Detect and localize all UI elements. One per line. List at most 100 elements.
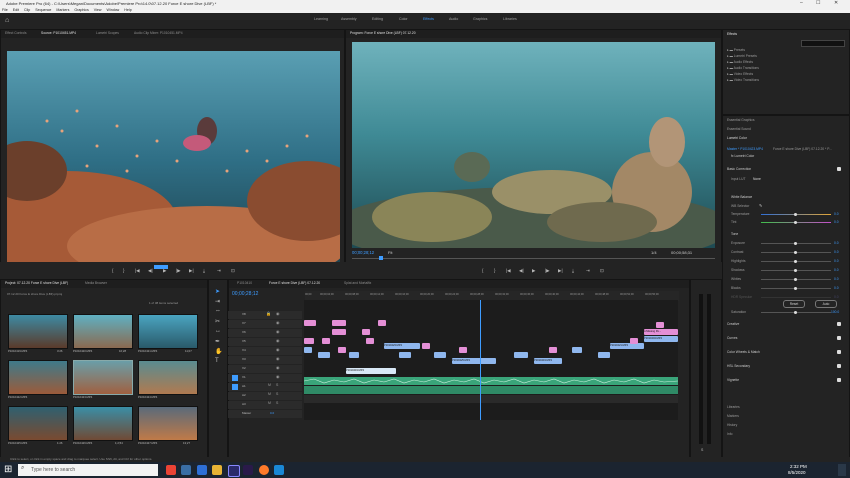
video-clip[interactable] — [656, 322, 664, 328]
eye-icon[interactable]: ◉ — [276, 356, 280, 361]
eyedropper-icon[interactable]: ✎ — [759, 203, 762, 208]
input-lut-select[interactable]: None — [753, 177, 761, 181]
program-zoom-ratio[interactable]: 1/4 — [651, 250, 657, 255]
menu-edit[interactable]: Edit — [13, 8, 19, 12]
video-clip[interactable] — [304, 338, 314, 344]
lumetri-sequence-clip[interactable]: Force E shore Dive (LBF) 07.12.20 * P... — [773, 147, 832, 151]
section-creative[interactable]: Creative — [727, 322, 739, 326]
track-v1[interactable]: V1 ◉ — [228, 374, 302, 382]
blacks-value[interactable]: 0.0 — [834, 286, 839, 290]
menu-sequence[interactable]: Sequence — [35, 8, 51, 12]
tab-essential-graphics[interactable]: Essential Graphics — [727, 118, 755, 122]
clip-thumbnail[interactable] — [73, 314, 133, 349]
task-view-icon[interactable] — [181, 465, 191, 475]
video-clip[interactable] — [459, 347, 467, 353]
exposure-knob[interactable] — [794, 242, 797, 245]
clip-thumbnail-selected[interactable] — [73, 360, 133, 395]
video-clip[interactable] — [318, 352, 330, 358]
prog-go-to-in-icon[interactable]: |◀ — [506, 268, 511, 274]
temperature-value[interactable]: 0.0 — [834, 212, 839, 216]
program-scrub-track[interactable] — [352, 258, 715, 259]
basic-correction-checkbox[interactable] — [837, 167, 841, 171]
hsl-checkbox[interactable] — [837, 364, 841, 368]
prog-export-frame-icon[interactable]: ⊡ — [600, 268, 604, 274]
hdr-specular-value[interactable]: 0.0 — [834, 295, 839, 299]
taskbar-search-box[interactable]: ⌕ Type here to search — [18, 464, 158, 476]
workspace-assembly[interactable]: Assembly — [341, 17, 357, 21]
eye-icon[interactable]: ◉ — [276, 374, 280, 379]
solo-icon[interactable]: S — [276, 392, 278, 396]
tab-essential-sound[interactable]: Essential Sound — [727, 127, 751, 131]
pen-tool-icon[interactable]: ✒ — [215, 338, 220, 345]
go-to-out-icon[interactable]: ▶| — [189, 268, 194, 274]
clip-thumbnail[interactable] — [73, 406, 133, 441]
mute-icon[interactable]: M — [268, 392, 271, 396]
notification-icon[interactable] — [838, 464, 846, 476]
mute-icon[interactable]: M — [268, 383, 271, 387]
tab-effect-controls[interactable]: Effect Controls — [5, 31, 27, 35]
video-clip[interactable] — [332, 329, 346, 335]
tab-sequence-splat[interactable]: Splat and Mortalfix — [344, 281, 371, 285]
vignette-checkbox[interactable] — [837, 378, 841, 382]
clip-thumbnail[interactable] — [8, 406, 68, 441]
reset-button[interactable]: Reset — [783, 300, 805, 308]
eye-icon[interactable]: ◉ — [276, 365, 280, 370]
menu-markers[interactable]: Markers — [56, 8, 69, 12]
track-v8[interactable]: V8 🔒 ◉ — [228, 311, 302, 319]
eye-icon[interactable]: ◉ — [276, 329, 280, 334]
track-v7[interactable]: V7 ◉ — [228, 320, 302, 328]
workspace-editing[interactable]: Editing — [372, 17, 383, 21]
video-clip[interactable]: P1010419.MP4 — [534, 358, 562, 364]
video-clip[interactable]: A Missing Pe... — [644, 329, 678, 335]
tab-libraries[interactable]: Libraries — [727, 405, 740, 409]
tint-knob[interactable] — [794, 221, 797, 224]
video-clip[interactable] — [322, 338, 330, 344]
video-clip[interactable]: P1010404.MP4 — [644, 336, 678, 342]
mark-out-icon[interactable]: } — [123, 268, 125, 273]
video-clip[interactable] — [434, 352, 446, 358]
curves-checkbox[interactable] — [837, 336, 841, 340]
track-a3[interactable]: A3 M S — [228, 401, 302, 409]
premiere-pro-icon[interactable] — [228, 465, 240, 477]
video-clip[interactable] — [366, 338, 374, 344]
track-a1[interactable]: A1 M S — [228, 383, 302, 391]
effects-item-audio-transitions[interactable]: ▸ ▬ Audio Transitions — [727, 66, 759, 70]
video-clip[interactable] — [349, 352, 359, 358]
hdr-specular-slider[interactable] — [761, 297, 831, 298]
source-patch[interactable] — [232, 375, 238, 381]
source-patch[interactable] — [232, 384, 238, 390]
video-clip[interactable]: P1010421.MP4 — [610, 343, 644, 349]
tab-markers[interactable]: Markers — [727, 414, 739, 418]
prog-play-icon[interactable]: ▶ — [532, 268, 535, 274]
maximize-icon[interactable]: ☐ — [816, 0, 820, 7]
hand-tool-icon[interactable]: ✋ — [215, 348, 222, 355]
video-clip[interactable]: P1010425.MP4 — [452, 358, 496, 364]
effects-item-video-transitions[interactable]: ▸ ▬ Video Transitions — [727, 78, 759, 82]
track-v2[interactable]: V2 ◉ — [228, 365, 302, 373]
menu-clip[interactable]: Clip — [24, 8, 30, 12]
highlights-knob[interactable] — [794, 260, 797, 263]
shadows-knob[interactable] — [794, 269, 797, 272]
clip-thumbnail[interactable] — [138, 406, 198, 441]
creative-checkbox[interactable] — [837, 322, 841, 326]
menu-graphics[interactable]: Graphics — [74, 8, 88, 12]
tab-source[interactable]: Source: P1010451.MP4 — [41, 31, 76, 35]
menu-view[interactable]: View — [94, 8, 102, 12]
video-clip[interactable] — [598, 352, 610, 358]
whites-knob[interactable] — [794, 278, 797, 281]
tab-lumetri-color[interactable]: Lumetri Color — [727, 136, 747, 140]
track-v5[interactable]: V5 ◉ — [228, 338, 302, 346]
video-clip[interactable] — [399, 352, 411, 358]
track-a2[interactable]: A2 M S — [228, 392, 302, 400]
saturation-knob[interactable] — [794, 311, 797, 314]
basic-correction-header[interactable]: Basic Correction — [727, 167, 751, 171]
tab-sequence-main[interactable]: Force E shore Dive (LBF) 07.12.20 — [269, 281, 320, 285]
section-curves[interactable]: Curves — [727, 336, 737, 340]
video-clip[interactable] — [549, 347, 557, 353]
whites-value[interactable]: 0.0 — [834, 277, 839, 281]
workspace-libraries[interactable]: Libraries — [503, 17, 517, 21]
video-clip[interactable]: P1010419.MP4 — [346, 368, 396, 374]
contrast-value[interactable]: 0.0 — [834, 250, 839, 254]
workspace-effects[interactable]: Effects — [423, 17, 434, 21]
prog-mark-in-icon[interactable]: { — [482, 268, 484, 273]
